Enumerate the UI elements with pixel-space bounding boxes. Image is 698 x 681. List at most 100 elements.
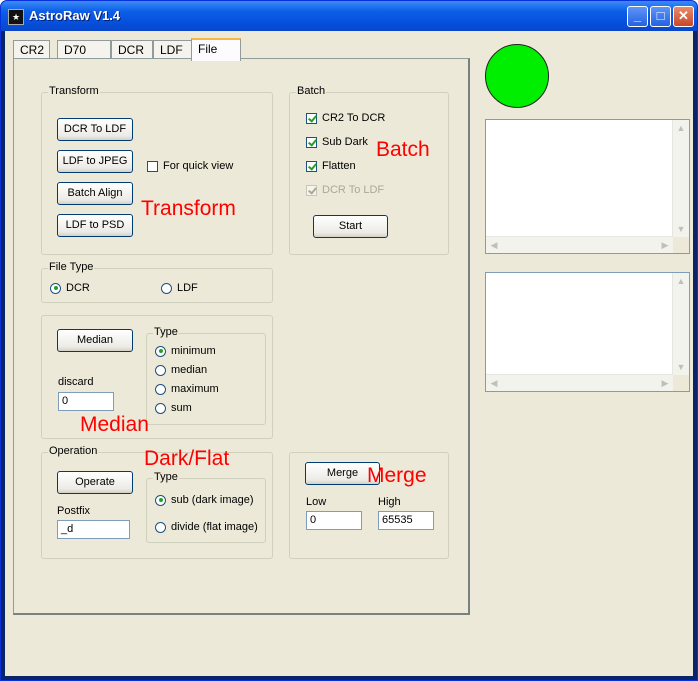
checkbox-box bbox=[306, 184, 317, 196]
scroll-down-arrow[interactable]: ▼ bbox=[673, 359, 689, 375]
scroll-right-arrow[interactable]: ▶ bbox=[657, 237, 673, 253]
median-type-minimum-radio[interactable]: minimum bbox=[155, 345, 216, 359]
median-label: median bbox=[171, 364, 208, 376]
status-indicator bbox=[485, 44, 549, 108]
operation-type-label: Type bbox=[153, 471, 179, 483]
dcr-to-ldf-label: DCR To LDF bbox=[322, 184, 385, 196]
ldf-label: LDF bbox=[177, 282, 198, 294]
scroll-up-arrow[interactable]: ▲ bbox=[673, 273, 689, 289]
discard-label: discard bbox=[58, 376, 94, 388]
radio-dot bbox=[50, 282, 61, 294]
median-button[interactable]: Median bbox=[57, 329, 133, 352]
radio-dot bbox=[155, 494, 166, 506]
postfix-input[interactable]: _d bbox=[57, 520, 130, 539]
checkbox-box bbox=[306, 136, 317, 148]
sub-dark-checkbox[interactable]: Sub Dark bbox=[306, 136, 368, 150]
radio-dot bbox=[155, 383, 166, 395]
dark-flat-annotation: Dark/Flat bbox=[144, 447, 230, 470]
app-window: ★ AstroRaw V1.4 _ □ ✕ CR2 D70 NEF DCR LD… bbox=[0, 0, 698, 681]
log-listbox-bottom[interactable]: ▲ ▼ ◀ ▶ bbox=[485, 272, 690, 392]
title-bar[interactable]: ★ AstroRaw V1.4 _ □ ✕ bbox=[1, 1, 697, 31]
file-type-group-label: File Type bbox=[48, 261, 95, 273]
cr2-to-dcr-checkbox[interactable]: CR2 To DCR bbox=[306, 112, 385, 126]
tab-panel: Transform DCR To LDF LDF to JPEG Batch A… bbox=[13, 58, 470, 615]
scroll-down-arrow[interactable]: ▼ bbox=[673, 221, 689, 237]
ldf-to-jpeg-button[interactable]: LDF to JPEG bbox=[57, 150, 133, 173]
batch-group: Batch CR2 To DCR Sub Dark Flatten DCR To… bbox=[289, 85, 449, 255]
operation-sub-radio[interactable]: sub (dark image) bbox=[155, 494, 254, 508]
transform-group: Transform DCR To LDF LDF to JPEG Batch A… bbox=[41, 85, 273, 255]
batch-group-label: Batch bbox=[296, 85, 327, 97]
operate-button[interactable]: Operate bbox=[57, 471, 133, 494]
high-input[interactable]: 65535 bbox=[378, 511, 434, 530]
dcr-to-ldf-button[interactable]: DCR To LDF bbox=[57, 118, 133, 141]
close-button[interactable]: ✕ bbox=[673, 6, 694, 27]
transform-annotation: Transform bbox=[141, 197, 236, 220]
app-icon[interactable]: ★ bbox=[8, 9, 24, 25]
flatten-checkbox[interactable]: Flatten bbox=[306, 160, 356, 174]
file-type-dcr-radio[interactable]: DCR bbox=[50, 282, 90, 296]
operation-divide-radio[interactable]: divide (flat image) bbox=[155, 521, 258, 535]
scroll-left-arrow[interactable]: ◀ bbox=[486, 237, 502, 253]
sum-label: sum bbox=[171, 402, 192, 414]
dcr-label: DCR bbox=[66, 282, 90, 294]
log-listbox-top[interactable]: ▲ ▼ ◀ ▶ bbox=[485, 119, 690, 254]
median-type-sum-radio[interactable]: sum bbox=[155, 402, 192, 416]
batch-align-button[interactable]: Batch Align bbox=[57, 182, 133, 205]
radio-dot bbox=[161, 282, 172, 294]
tab-file[interactable]: File bbox=[191, 38, 241, 61]
sub-dark-label: Sub Dark bbox=[322, 136, 368, 148]
tab-ldf[interactable]: LDF bbox=[153, 40, 193, 59]
discard-input[interactable]: 0 bbox=[58, 392, 114, 411]
horizontal-scrollbar[interactable]: ◀ ▶ bbox=[486, 374, 673, 391]
flatten-label: Flatten bbox=[322, 160, 356, 172]
median-type-maximum-radio[interactable]: maximum bbox=[155, 383, 219, 397]
panel-content: Transform DCR To LDF LDF to JPEG Batch A… bbox=[14, 59, 468, 613]
scroll-left-arrow[interactable]: ◀ bbox=[486, 375, 502, 391]
low-input[interactable]: 0 bbox=[306, 511, 362, 530]
transform-group-label: Transform bbox=[48, 85, 100, 97]
ldf-to-psd-button[interactable]: LDF to PSD bbox=[57, 214, 133, 237]
checkbox-box bbox=[147, 160, 158, 172]
radio-dot bbox=[155, 521, 166, 533]
median-group: Median Type minimum median maximum sum d… bbox=[41, 315, 273, 439]
scrollbar-corner bbox=[673, 375, 689, 391]
checkbox-box bbox=[306, 112, 317, 124]
radio-dot bbox=[155, 345, 166, 357]
horizontal-scrollbar[interactable]: ◀ ▶ bbox=[486, 236, 673, 253]
vertical-scrollbar[interactable]: ▲ ▼ bbox=[672, 120, 689, 237]
minimize-button[interactable]: _ bbox=[627, 6, 648, 27]
median-type-median-radio[interactable]: median bbox=[155, 364, 207, 378]
merge-group: Merge Low 0 High 65535 Merge bbox=[289, 452, 449, 559]
median-type-group: Type minimum median maximum sum bbox=[146, 326, 266, 425]
dcr-to-ldf-checkbox: DCR To LDF bbox=[306, 184, 384, 198]
radio-dot bbox=[155, 364, 166, 376]
divide-flat-image-label: divide (flat image) bbox=[171, 521, 258, 533]
quick-view-label: For quick view bbox=[163, 160, 234, 172]
median-annotation: Median bbox=[80, 413, 149, 436]
scrollbar-corner bbox=[673, 237, 689, 253]
file-type-ldf-radio[interactable]: LDF bbox=[161, 282, 198, 296]
start-button[interactable]: Start bbox=[313, 215, 388, 238]
low-label: Low bbox=[306, 496, 327, 508]
vertical-scrollbar[interactable]: ▲ ▼ bbox=[672, 273, 689, 375]
scroll-up-arrow[interactable]: ▲ bbox=[673, 120, 689, 136]
tab-dcr[interactable]: DCR bbox=[111, 40, 153, 59]
maximum-label: maximum bbox=[171, 383, 219, 395]
batch-annotation: Batch bbox=[376, 138, 430, 161]
minimum-label: minimum bbox=[171, 345, 216, 357]
radio-dot bbox=[155, 402, 166, 414]
quick-view-checkbox[interactable]: For quick view bbox=[147, 160, 233, 174]
operation-type-group: Type sub (dark image) divide (flat image… bbox=[146, 471, 266, 543]
file-type-group: File Type DCR LDF bbox=[41, 261, 273, 303]
merge-annotation: Merge bbox=[367, 464, 427, 487]
client-area: CR2 D70 NEF DCR LDF File Transform DCR T… bbox=[5, 31, 693, 676]
operation-group-label: Operation bbox=[48, 445, 99, 457]
maximize-button[interactable]: □ bbox=[650, 6, 671, 27]
high-label: High bbox=[378, 496, 401, 508]
cr2-to-dcr-label: CR2 To DCR bbox=[322, 112, 386, 124]
tab-cr2[interactable]: CR2 bbox=[13, 40, 50, 59]
checkbox-box bbox=[306, 160, 317, 172]
scroll-right-arrow[interactable]: ▶ bbox=[657, 375, 673, 391]
tab-d70-nef[interactable]: D70 NEF bbox=[57, 40, 111, 75]
